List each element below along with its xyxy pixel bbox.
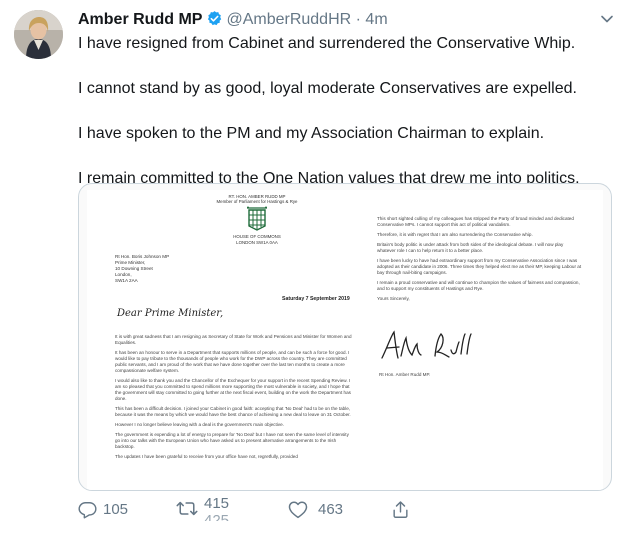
letter-body-left: It is with great sadness that I am resig…: [115, 334, 355, 464]
letterhead-role: Member of Parliament for Hastings & Rye: [216, 199, 298, 205]
tweet-header: Amber Rudd MP @AmberRuddHR · 4m: [78, 10, 388, 33]
letter-paragraph: The updates I have been grateful to rece…: [115, 454, 298, 459]
letter-paragraph: I remain a proud conservative and will c…: [377, 280, 580, 291]
handwritten-signature: [381, 330, 472, 359]
tweet-actions: 105 415 425 463: [0, 495, 634, 530]
letter-salutation: Dear Prime Minister,: [117, 308, 224, 319]
letter-paragraph: It has been an honour to serve in a Depa…: [115, 350, 350, 373]
tweet-paragraph: I cannot stand by as good, loyal moderat…: [78, 80, 577, 97]
share-button[interactable]: [391, 500, 410, 519]
letter-paragraph: This short sighted culling of my colleag…: [377, 216, 574, 227]
letter-paragraph: This has been a difficult decision. I jo…: [115, 406, 351, 417]
retweet-count-next: 425: [204, 512, 230, 521]
letter-paragraph: I would also like to thank you and the C…: [115, 378, 351, 401]
avatar-image: [14, 10, 63, 59]
tweet: Amber Rudd MP @AmberRuddHR · 4m I have re…: [0, 0, 634, 533]
retweet-button[interactable]: 415 425: [176, 495, 244, 521]
letter-page: RT. HON. AMBER RUDD MP Member of Parliam…: [87, 190, 603, 490]
like-button[interactable]: 463: [288, 500, 343, 519]
letter-paragraph: However I no longer believe leaving with…: [115, 422, 284, 427]
letter-letterhead: RT. HON. AMBER RUDD MP Member of Parliam…: [197, 194, 317, 245]
retweet-count-current: 415: [204, 495, 230, 512]
letter-body-right: This short sighted culling of my colleag…: [377, 216, 582, 306]
chevron-down-icon[interactable]: [600, 12, 614, 26]
letter-paragraph: Therefore, it is with regret that I am a…: [377, 232, 533, 237]
like-icon: [288, 501, 308, 519]
media-image[interactable]: RT. HON. AMBER RUDD MP Member of Parliam…: [78, 183, 612, 491]
letter-paragraph: The government is expending a lot of ene…: [115, 432, 349, 449]
reply-count: 105: [103, 501, 129, 518]
tweet-text: I have resigned from Cabinet and surrend…: [78, 34, 618, 189]
separator-dot: ·: [355, 11, 361, 28]
tweet-paragraph: I have spoken to the PM and my Associati…: [78, 125, 545, 142]
letter-paragraph: Yours Sincerely,: [377, 296, 410, 301]
like-count: 463: [318, 501, 344, 518]
letter-signoff: Rt Hon. Amber Rudd MP.: [379, 372, 431, 377]
letter-paragraph: It is with great sadness that I am resig…: [115, 334, 352, 345]
recipient-line: SW1A 2AA: [115, 278, 138, 283]
author-handle[interactable]: @AmberRuddHR: [226, 11, 351, 28]
verified-badge-icon: [206, 10, 223, 33]
avatar[interactable]: [14, 10, 63, 59]
author-name[interactable]: Amber Rudd MP: [78, 11, 202, 28]
share-icon: [393, 501, 408, 518]
retweet-count: 415 425: [204, 495, 244, 521]
tweet-timestamp[interactable]: 4m: [365, 11, 387, 28]
portcullis-crest-icon: [247, 206, 267, 232]
tweet-paragraph: I have resigned from Cabinet and surrend…: [78, 35, 576, 52]
reply-button[interactable]: 105: [78, 500, 128, 519]
retweet-icon: [176, 501, 198, 515]
letter-paragraph: I have been lucky to have had extraordin…: [377, 258, 582, 275]
letter-paragraph: Britain's body politic is under attack f…: [377, 242, 564, 253]
letter-date: Saturday 7 September 2019: [282, 296, 350, 302]
reply-icon: [78, 502, 97, 519]
letterhead-city: LONDON SW1A 0AA: [236, 239, 278, 245]
letter-recipient: Rt Hon. Boris Johnson MP Prime Minister,…: [115, 254, 205, 284]
